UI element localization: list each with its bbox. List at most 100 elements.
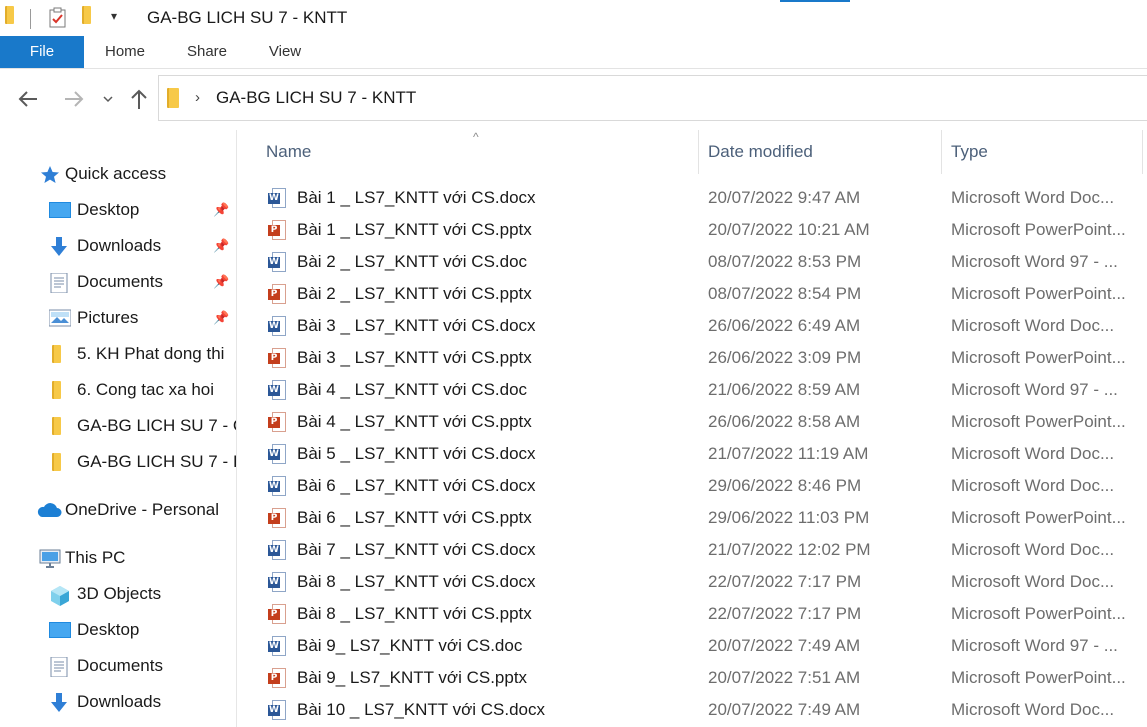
file-date-modified: 08/07/2022 8:54 PM (708, 284, 862, 303)
sidebar-item-onedrive[interactable]: OneDrive - Personal (0, 494, 236, 526)
powerpoint-file-icon: P (268, 604, 286, 624)
file-row[interactable]: W Bài 5 _ LS7_KNTT với CS.docx 21/07/2022 … (237, 438, 1147, 470)
file-row[interactable]: W Bài 1 _ LS7_KNTT với CS.docx 20/07/2022 … (237, 182, 1147, 214)
file-name[interactable]: Bài 8 _ LS7_KNTT với CS.pptx (297, 604, 532, 624)
file-row[interactable]: P Bài 8 _ LS7_KNTT với CS.pptx 22/07/2022 … (237, 598, 1147, 630)
forward-button[interactable] (62, 87, 86, 111)
sidebar-item-pictures[interactable]: Pictures 📌 (0, 302, 236, 334)
file-name[interactable]: Bài 2 _ LS7_KNTT với CS.doc (297, 252, 527, 272)
title-bar: ▾ GA-BG LICH SU 7 - KNTT (0, 0, 1147, 36)
file-row[interactable]: W Bài 10 _ LS7_KNTT với CS.docx 20/07/2022… (237, 694, 1147, 726)
file-type: Microsoft Word Doc... (951, 316, 1115, 335)
file-name[interactable]: Bài 8 _ LS7_KNTT với CS.docx (297, 572, 536, 592)
customize-toolbar-icon[interactable]: ▾ (111, 9, 117, 23)
file-date-modified: 21/07/2022 12:02 PM (708, 540, 871, 559)
sidebar-item-downloads[interactable]: Downloads 📌 (0, 230, 236, 262)
tab-share[interactable]: Share (176, 36, 238, 68)
file-name[interactable]: Bài 1 _ LS7_KNTT với CS.pptx (297, 220, 532, 240)
sidebar-item-desktop-pc[interactable]: Desktop (0, 614, 236, 646)
download-arrow-icon (50, 237, 70, 256)
file-date-modified: 26/06/2022 6:49 AM (708, 316, 861, 335)
file-row[interactable]: W Bài 9_ LS7_KNTT với CS.doc 20/07/2022 7:… (237, 630, 1147, 662)
chevron-right-icon[interactable]: › (195, 89, 200, 106)
back-button[interactable] (16, 87, 40, 111)
sidebar-item-label: Quick access (65, 164, 167, 183)
sidebar-item-label: This PC (65, 548, 126, 567)
file-date-modified: 29/06/2022 11:03 PM (708, 508, 870, 527)
file-type: Microsoft Word 97 - ... (951, 380, 1118, 399)
file-row[interactable]: P Bài 4 _ LS7_KNTT với CS.pptx 26/06/2022 … (237, 406, 1147, 438)
sidebar-item-quick-access[interactable]: Quick access (0, 158, 236, 190)
up-button[interactable] (127, 87, 151, 111)
sidebar-item-desktop[interactable]: Desktop 📌 (0, 194, 236, 226)
file-name[interactable]: Bài 7 _ LS7_KNTT với CS.docx (297, 540, 536, 560)
sidebar-item-3d-objects[interactable]: 3D Objects (0, 578, 236, 610)
word-file-icon: W (268, 636, 286, 656)
accent-line (780, 0, 850, 2)
tab-file[interactable]: File (0, 36, 84, 68)
download-arrow-icon (50, 693, 70, 712)
tab-home[interactable]: Home (95, 36, 155, 68)
file-date-modified: 08/07/2022 8:53 PM (708, 252, 862, 271)
file-name[interactable]: Bài 4 _ LS7_KNTT với CS.doc (297, 380, 527, 400)
file-name[interactable]: Bài 9_ LS7_KNTT với CS.doc (297, 636, 522, 656)
file-list: ^ Name Date modified Type W Bài 1 _ LS7_K… (237, 130, 1147, 727)
file-date-modified: 20/07/2022 7:49 AM (708, 700, 861, 719)
tab-view[interactable]: View (258, 36, 312, 68)
sidebar-item-documents-pc[interactable]: Documents (0, 650, 236, 682)
file-date-modified: 20/07/2022 10:21 AM (708, 220, 870, 239)
recent-locations-button[interactable] (98, 87, 118, 111)
file-name[interactable]: Bài 6 _ LS7_KNTT với CS.pptx (297, 508, 532, 528)
navigation-pane: Quick access Desktop 📌 Downloads 📌 Docum… (0, 130, 236, 727)
column-divider[interactable] (698, 130, 699, 174)
file-row[interactable]: P Bài 9_ LS7_KNTT với CS.pptx 20/07/2022 7… (237, 662, 1147, 694)
file-row[interactable]: W Bài 3 _ LS7_KNTT với CS.docx 26/06/2022 … (237, 310, 1147, 342)
file-row[interactable]: P Bài 6 _ LS7_KNTT với CS.pptx 29/06/2022 … (237, 502, 1147, 534)
file-row[interactable]: P Bài 3 _ LS7_KNTT với CS.pptx 26/06/2022 … (237, 342, 1147, 374)
column-divider[interactable] (1142, 130, 1143, 174)
new-folder-icon[interactable] (82, 6, 91, 29)
pin-icon[interactable]: 📌 (213, 238, 229, 254)
sidebar-item-label: 6. Cong tac xa hoi (77, 380, 215, 399)
sidebar-item-folder-ga-bg-c[interactable]: GA-BG LICH SU 7 - C (0, 410, 236, 442)
column-divider[interactable] (941, 130, 942, 174)
file-name[interactable]: Bài 5 _ LS7_KNTT với CS.docx (297, 444, 536, 464)
file-row[interactable]: P Bài 2 _ LS7_KNTT với CS.pptx 08/07/2022 … (237, 278, 1147, 310)
file-row[interactable]: W Bài 2 _ LS7_KNTT với CS.doc 08/07/2022 8… (237, 246, 1147, 278)
file-row[interactable]: P Bài 1 _ LS7_KNTT với CS.pptx 20/07/2022 … (237, 214, 1147, 246)
column-header-name[interactable]: Name (266, 142, 311, 162)
address-bar[interactable]: › GA-BG LICH SU 7 - KNTT (158, 75, 1147, 121)
sidebar-item-downloads-pc[interactable]: Downloads (0, 686, 236, 718)
file-name[interactable]: Bài 9_ LS7_KNTT với CS.pptx (297, 668, 527, 688)
properties-icon[interactable] (48, 7, 68, 34)
pin-icon[interactable]: 📌 (213, 274, 229, 290)
file-name[interactable]: Bài 4 _ LS7_KNTT với CS.pptx (297, 412, 532, 432)
column-header-type[interactable]: Type (951, 142, 988, 162)
file-row[interactable]: W Bài 4 _ LS7_KNTT với CS.doc 21/06/2022 8… (237, 374, 1147, 406)
sidebar-item-this-pc[interactable]: This PC (0, 542, 236, 574)
powerpoint-file-icon: P (268, 348, 286, 368)
sidebar-item-documents[interactable]: Documents 📌 (0, 266, 236, 298)
file-name[interactable]: Bài 3 _ LS7_KNTT với CS.docx (297, 316, 536, 336)
pin-icon[interactable]: 📌 (213, 202, 229, 218)
sidebar-item-folder-6-cong-tac[interactable]: 6. Cong tac xa hoi (0, 374, 236, 406)
file-name[interactable]: Bài 2 _ LS7_KNTT với CS.pptx (297, 284, 532, 304)
file-row[interactable]: W Bài 7 _ LS7_KNTT với CS.docx 21/07/2022 … (237, 534, 1147, 566)
word-file-icon: W (268, 700, 286, 720)
pin-icon[interactable]: 📌 (213, 310, 229, 326)
column-header-date[interactable]: Date modified (708, 142, 813, 162)
sidebar-item-folder-ga-bg-i[interactable]: GA-BG LICH SU 7 - I (0, 446, 236, 478)
file-name[interactable]: Bài 6 _ LS7_KNTT với CS.docx (297, 476, 536, 496)
file-date-modified: 21/06/2022 8:59 AM (708, 380, 861, 399)
file-row[interactable]: W Bài 8 _ LS7_KNTT với CS.docx 22/07/2022 … (237, 566, 1147, 598)
sidebar-item-folder-5-kh[interactable]: 5. KH Phat dong thi (0, 338, 236, 370)
file-row[interactable]: W Bài 6 _ LS7_KNTT với CS.docx 29/06/2022 … (237, 470, 1147, 502)
address-path[interactable]: GA-BG LICH SU 7 - KNTT (216, 88, 416, 108)
documents-icon (50, 272, 70, 294)
file-name[interactable]: Bài 1 _ LS7_KNTT với CS.docx (297, 188, 536, 208)
file-date-modified: 22/07/2022 7:17 PM (708, 572, 862, 591)
sidebar-item-label: Documents (77, 272, 163, 291)
file-name[interactable]: Bài 3 _ LS7_KNTT với CS.pptx (297, 348, 532, 368)
file-name[interactable]: Bài 10 _ LS7_KNTT với CS.docx (297, 700, 545, 720)
sidebar-item-label: OneDrive - Personal (65, 500, 220, 519)
